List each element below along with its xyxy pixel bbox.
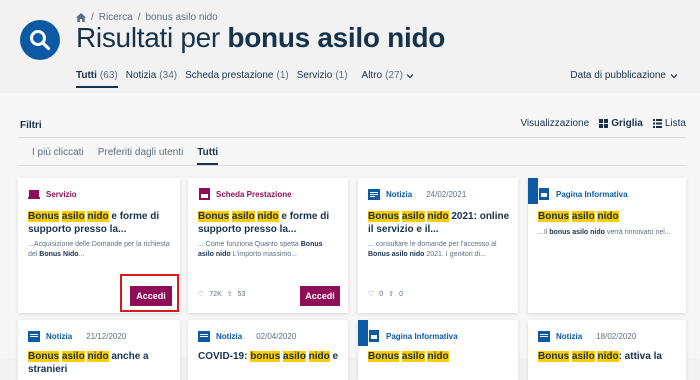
news-icon xyxy=(198,330,210,342)
card-description: ...Il bonus asilo nido verrà rinnovato n… xyxy=(538,229,671,236)
search-button[interactable] xyxy=(20,20,60,60)
view-switcher: Visualizzazione Griglia Lista xyxy=(520,118,686,129)
card-date: 02/04/2020 xyxy=(256,331,297,341)
card-title[interactable]: COVID-19: bonus asilo nido e xyxy=(198,350,340,363)
result-card[interactable]: Pagina Informativa Bonus asilo nido xyxy=(358,320,518,380)
view-grid-button[interactable]: Griglia xyxy=(599,118,643,129)
likes-count: 0 xyxy=(379,290,384,298)
view-list-button[interactable]: Lista xyxy=(652,118,686,129)
tab-servizio[interactable]: Servizio (1) xyxy=(297,70,348,88)
card-title[interactable]: Bonus asilo nido xyxy=(538,210,678,223)
tab-notizia[interactable]: Notizia (34) xyxy=(126,70,177,88)
card-description: ... Come funziona Quanto spetta Bonus as… xyxy=(198,241,323,258)
chevron-down-icon xyxy=(670,73,678,78)
subtab-tutti[interactable]: Tutti xyxy=(197,147,219,165)
card-title[interactable]: Bonus asilo nido xyxy=(368,350,510,363)
chevron-down-icon xyxy=(406,74,414,79)
result-card[interactable]: Notizia 02/04/2020 COVID-19: bonus asilo … xyxy=(188,320,348,380)
card-date: 24/02/2021 xyxy=(426,189,467,199)
card-type: Scheda Prestazione xyxy=(216,189,292,199)
info-page-icon xyxy=(538,188,550,200)
view-label: Visualizzazione xyxy=(520,118,590,129)
result-card[interactable]: Notizia 18/02/2020 Bonus asilo nido: atti… xyxy=(528,320,686,380)
computer-icon xyxy=(28,188,40,200)
heart-icon[interactable]: ♡ xyxy=(198,290,204,298)
home-icon[interactable] xyxy=(76,13,86,22)
tab-tutti[interactable]: Tutti (63) xyxy=(76,70,118,88)
document-icon xyxy=(198,188,210,200)
card-description: ... consultare le domande per l'accesso … xyxy=(368,241,497,258)
card-date: 21/12/2020 xyxy=(86,331,127,341)
result-card[interactable]: Notizia 21/12/2020 Bonus asilo nido anche… xyxy=(18,320,180,380)
news-icon xyxy=(368,188,380,200)
card-stats: ♡ 72K ⇪ 53 xyxy=(198,290,246,299)
share-icon[interactable]: ⇪ xyxy=(388,290,394,298)
card-accent xyxy=(528,178,538,204)
card-accent xyxy=(358,320,368,346)
card-stats: ♡ 0 ⇪ 0 xyxy=(368,290,403,299)
filter-subtabs: I più cliccati Preferiti dagli utenti Tu… xyxy=(32,147,219,165)
card-date: 18/02/2020 xyxy=(596,331,637,341)
tab-altro[interactable]: Altro (27) xyxy=(362,70,414,88)
result-card[interactable]: Scheda Prestazione Bonus asilo nido e fo… xyxy=(188,178,348,313)
card-type: Notizia xyxy=(216,331,243,341)
card-type: Notizia xyxy=(556,331,583,341)
result-card[interactable]: Pagina Informativa Bonus asilo nido ...I… xyxy=(528,178,686,313)
accedi-button[interactable]: Accedi xyxy=(300,286,340,306)
card-title[interactable]: Bonus asilo nido 2021: online il servizi… xyxy=(368,210,510,236)
search-icon xyxy=(30,30,51,51)
divider xyxy=(18,165,686,166)
search-query: bonus asilo nido xyxy=(227,22,446,53)
card-description: ...Acquisizione delle Domande per la ric… xyxy=(28,241,170,258)
heart-icon[interactable]: ♡ xyxy=(368,290,374,298)
result-card[interactable]: Notizia 24/02/2021 Bonus asilo nido 2021:… xyxy=(358,178,518,313)
subtab-preferiti[interactable]: Preferiti dagli utenti xyxy=(98,147,184,165)
header: / Ricerca / bonus asilo nido Risultati p… xyxy=(0,0,700,93)
filters-toggle[interactable]: Filtri xyxy=(20,120,42,131)
highlight-box xyxy=(120,274,179,312)
card-type: Pagina Informativa xyxy=(556,189,628,199)
card-type: Pagina Informativa xyxy=(386,331,458,341)
card-type: Notizia xyxy=(386,189,413,199)
card-title[interactable]: Bonus asilo nido e forme di supporto pre… xyxy=(198,210,340,236)
card-type: Notizia xyxy=(46,331,73,341)
card-title[interactable]: Bonus asilo nido: attiva la xyxy=(538,350,678,363)
card-title[interactable]: Bonus asilo nido e forme di supporto pre… xyxy=(28,210,172,236)
shares-count: 0 xyxy=(399,290,403,298)
grid-icon xyxy=(599,119,609,128)
news-icon xyxy=(28,330,40,342)
share-icon[interactable]: ⇪ xyxy=(227,290,233,298)
sort-dropdown[interactable]: Data di pubblicazione xyxy=(570,70,678,81)
subtab-piu-cliccati[interactable]: I più cliccati xyxy=(32,147,84,165)
likes-count: 72K xyxy=(209,290,222,298)
list-icon xyxy=(652,119,662,128)
shares-count: 53 xyxy=(237,290,246,298)
page-title: Risultati per bonus asilo nido xyxy=(76,22,446,53)
result-tabs: Tutti (63) Notizia (34) Scheda prestazione… xyxy=(76,70,422,88)
news-icon xyxy=(538,330,550,342)
info-page-icon xyxy=(368,330,380,342)
card-type: Servizio xyxy=(46,189,77,199)
tab-scheda-prestazione[interactable]: Scheda prestazione (1) xyxy=(185,70,289,88)
divider xyxy=(18,137,686,138)
card-title[interactable]: Bonus asilo nido anche a stranieri xyxy=(28,350,172,376)
